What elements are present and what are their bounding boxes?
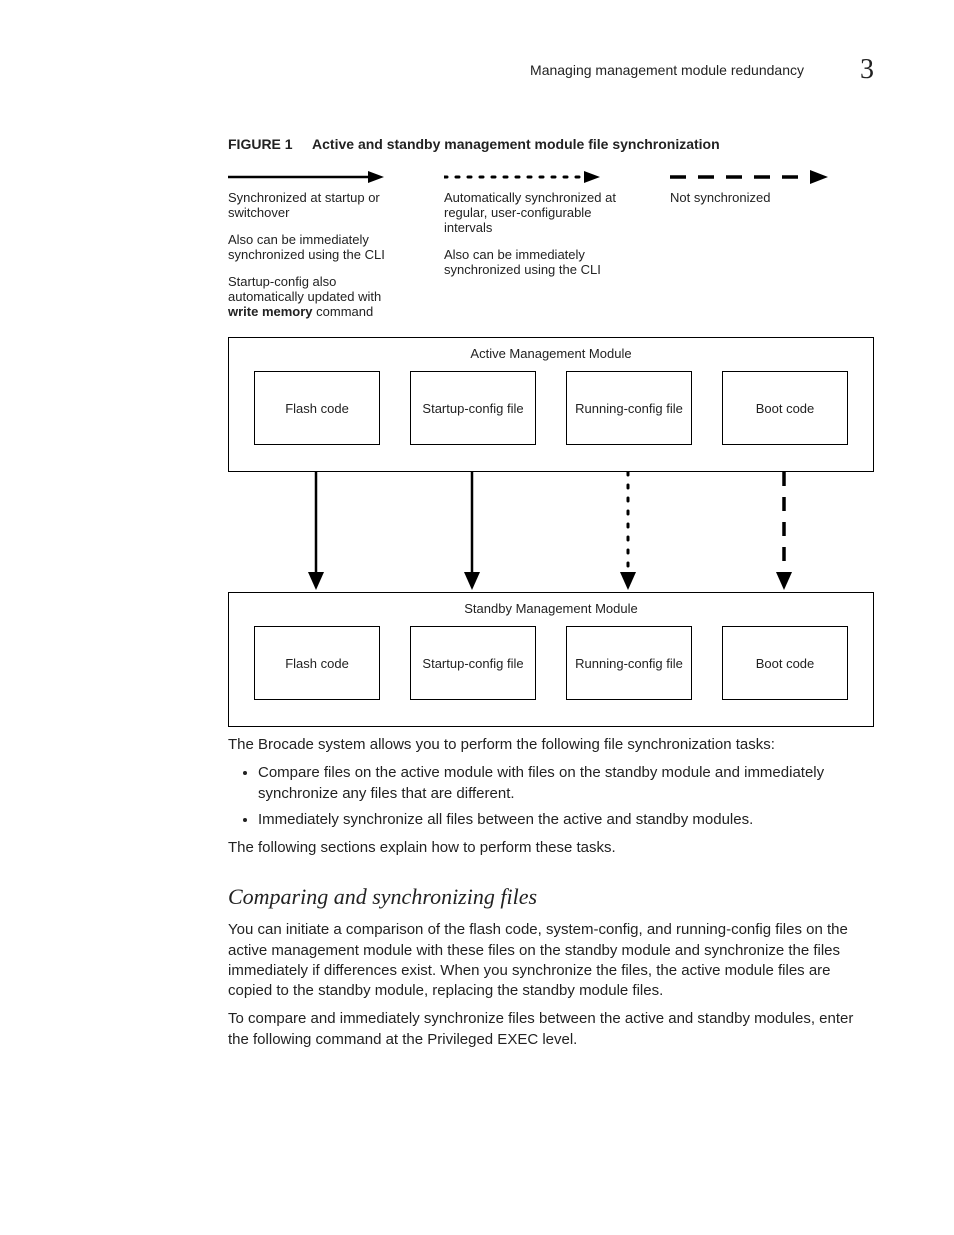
figure-label: FIGURE 1 xyxy=(228,136,293,152)
box-startup-config: Startup-config file xyxy=(410,626,536,700)
active-module: Active Management Module Flash code Star… xyxy=(228,337,874,472)
section-heading: Comparing and synchronizing files xyxy=(228,884,874,910)
legend: Synchronized at startup or switchover Al… xyxy=(228,170,874,319)
arrow-dotted-icon xyxy=(620,472,636,590)
box-flash-code: Flash code xyxy=(254,626,380,700)
list-item: Compare files on the active module with … xyxy=(258,763,874,804)
legend-text: Startup-config also automatically update… xyxy=(228,274,408,319)
arrow-dotted-icon xyxy=(444,170,604,184)
chapter-number: 3 xyxy=(860,54,874,86)
legend-col-auto: Automatically synchronized at regular, u… xyxy=(444,170,634,319)
arrow-dashed-icon xyxy=(776,472,792,590)
figure-title: Active and standby management module fil… xyxy=(312,136,720,152)
box-boot-code: Boot code xyxy=(722,626,848,700)
legend-text: Also can be immediately synchronized usi… xyxy=(228,232,408,262)
standby-module: Standby Management Module Flash code Sta… xyxy=(228,592,874,727)
running-header: Managing management module redundancy xyxy=(530,62,804,78)
sync-arrows xyxy=(228,472,874,592)
module-title: Standby Management Module xyxy=(229,593,873,624)
legend-text: Also can be immediately synchronized usi… xyxy=(444,247,634,277)
legend-text: Synchronized at startup or switchover xyxy=(228,190,408,220)
box-boot-code: Boot code xyxy=(722,371,848,445)
figure-caption: FIGURE 1 Active and standby management m… xyxy=(228,136,874,152)
body-text: The following sections explain how to pe… xyxy=(228,838,874,858)
body-text: You can initiate a comparison of the fla… xyxy=(228,920,874,1001)
legend-text: Automatically synchronized at regular, u… xyxy=(444,190,634,235)
legend-col-sync-startup: Synchronized at startup or switchover Al… xyxy=(228,170,408,319)
module-title: Active Management Module xyxy=(229,338,873,369)
arrow-solid-icon xyxy=(228,170,388,184)
arrow-dashed-icon xyxy=(670,170,830,184)
bullet-list: Compare files on the active module with … xyxy=(228,763,874,830)
legend-col-nosync: Not synchronized xyxy=(670,170,830,319)
box-flash-code: Flash code xyxy=(254,371,380,445)
body-text: The Brocade system allows you to perform… xyxy=(228,735,874,755)
page-header: Managing management module redundancy 3 xyxy=(80,54,874,86)
arrow-solid-icon xyxy=(464,472,480,590)
body-text: To compare and immediately synchronize f… xyxy=(228,1009,874,1050)
arrow-solid-icon xyxy=(308,472,324,590)
legend-text: Not synchronized xyxy=(670,190,830,205)
box-startup-config: Startup-config file xyxy=(410,371,536,445)
list-item: Immediately synchronize all files betwee… xyxy=(258,810,874,830)
box-running-config: Running-config file xyxy=(566,626,692,700)
box-running-config: Running-config file xyxy=(566,371,692,445)
